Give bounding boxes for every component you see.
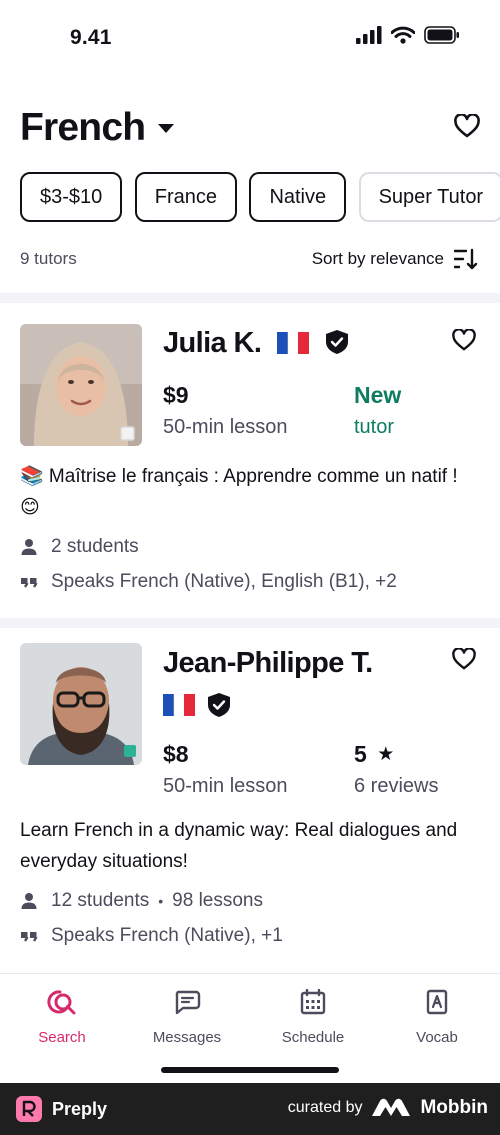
curated-by-label: curated by bbox=[287, 1099, 363, 1116]
mobbin-logo-icon bbox=[372, 1098, 411, 1116]
tab-label: Schedule bbox=[281, 1029, 345, 1046]
lesson-price: $9 bbox=[163, 382, 189, 408]
language-title[interactable]: French bbox=[20, 106, 146, 150]
lessons-count: 98 lessons bbox=[172, 890, 263, 911]
france-flag-icon bbox=[163, 694, 195, 716]
lesson-length: 50-min lesson bbox=[163, 416, 288, 438]
tutor-card[interactable]: Jean-Philippe T. $8 50-min lesson 5 ★ 6 … bbox=[0, 628, 500, 973]
search-header: French bbox=[20, 100, 480, 156]
favorite-heart-icon[interactable] bbox=[452, 329, 476, 351]
home-indicator bbox=[161, 1067, 339, 1073]
mobbin-name: Mobbin bbox=[420, 1097, 488, 1118]
star-icon: ★ bbox=[377, 744, 395, 765]
footer-branding: Preply curated by Mobbin bbox=[0, 1083, 500, 1135]
results-count: 9 tutors bbox=[20, 249, 77, 268]
calendar-icon bbox=[258, 988, 368, 1016]
rating-value: 5 bbox=[354, 741, 367, 767]
tutor-avatar[interactable] bbox=[20, 643, 142, 765]
languages-row: Speaks French (Native), +1 bbox=[20, 925, 283, 947]
search-icon bbox=[7, 988, 117, 1016]
students-count: 2 students bbox=[51, 536, 139, 557]
sort-button[interactable]: Sort by relevance bbox=[312, 248, 478, 270]
preply-brand: Preply bbox=[16, 1096, 107, 1122]
status-time: 9.41 bbox=[70, 26, 112, 49]
filter-chip-native[interactable]: Native bbox=[249, 172, 347, 222]
tutor-card[interactable]: Julia K. $9 50-min lesson New tutor 📚 Ma… bbox=[0, 303, 500, 618]
card-divider bbox=[0, 618, 500, 628]
quote-icon bbox=[20, 575, 51, 589]
spoken-languages: Speaks French (Native), +1 bbox=[51, 925, 283, 946]
tutor-name[interactable]: Jean-Philippe T. bbox=[163, 647, 373, 680]
tutor-avatar[interactable] bbox=[20, 324, 142, 446]
tab-label: Search bbox=[38, 1029, 86, 1046]
new-tutor-label: tutor bbox=[354, 416, 395, 438]
tab-label: Vocab bbox=[416, 1029, 458, 1046]
status-bar: 9.41 bbox=[0, 0, 500, 75]
verified-badge-icon bbox=[326, 330, 349, 354]
students-row: 2 students bbox=[20, 536, 139, 558]
sort-label: Sort by relevance bbox=[311, 249, 444, 268]
tab-schedule[interactable]: Schedule bbox=[258, 988, 368, 1046]
tutor-headline: 📚 Maîtrise le français : Apprendre comme… bbox=[20, 466, 458, 518]
tutor-headline: Learn French in a dynamic way: Real dial… bbox=[20, 820, 458, 872]
students-row: 12 students • 98 lessons bbox=[20, 890, 263, 912]
reviews-count: 6 reviews bbox=[354, 775, 439, 797]
battery-icon bbox=[424, 26, 459, 44]
chevron-down-icon[interactable] bbox=[157, 121, 175, 139]
tab-label: Messages bbox=[152, 1029, 222, 1046]
person-icon bbox=[20, 538, 51, 556]
curated-by: curated by Mobbin bbox=[288, 1097, 488, 1119]
preply-name: Preply bbox=[52, 1098, 108, 1119]
filter-chip-country[interactable]: France bbox=[134, 172, 237, 222]
quote-icon bbox=[20, 929, 51, 943]
sort-icon bbox=[454, 248, 478, 270]
favorite-heart-icon[interactable] bbox=[452, 648, 476, 670]
saved-tutors-heart-icon[interactable] bbox=[454, 112, 480, 143]
meta-separator: • bbox=[158, 893, 164, 909]
tab-search[interactable]: Search bbox=[7, 988, 117, 1046]
tutor-name[interactable]: Julia K. bbox=[163, 327, 262, 359]
preply-logo-icon bbox=[16, 1096, 42, 1122]
languages-row: Speaks French (Native), English (B1), +2 bbox=[20, 571, 397, 593]
tutor-name-row: Julia K. bbox=[163, 327, 349, 360]
filter-chip-price[interactable]: $3-$10 bbox=[20, 172, 123, 222]
rating-row: 5 ★ bbox=[354, 741, 394, 768]
lesson-price: $8 bbox=[163, 741, 189, 767]
france-flag-icon bbox=[276, 331, 309, 355]
person-icon bbox=[20, 892, 51, 910]
results-row: 9 tutors Sort by relevance bbox=[20, 246, 478, 272]
verified-badge-icon bbox=[208, 693, 230, 717]
signal-icon bbox=[356, 26, 382, 44]
section-divider bbox=[0, 293, 500, 303]
new-tutor-badge: New bbox=[354, 382, 402, 408]
lesson-length: 50-min lesson bbox=[163, 775, 288, 797]
filter-chips: $3-$10 France Native Super Tutor bbox=[20, 172, 500, 222]
filter-chip-super-tutor[interactable]: Super Tutor bbox=[358, 172, 500, 222]
tab-messages[interactable]: Messages bbox=[132, 988, 242, 1046]
students-count: 12 students bbox=[51, 890, 150, 911]
wifi-icon bbox=[391, 26, 415, 44]
tab-vocab[interactable]: Vocab bbox=[382, 988, 492, 1046]
tutor-badges-row bbox=[163, 693, 230, 717]
status-icons bbox=[356, 26, 460, 44]
vocab-icon bbox=[382, 988, 492, 1016]
messages-icon bbox=[132, 988, 242, 1016]
spoken-languages: Speaks French (Native), English (B1), +2 bbox=[51, 571, 397, 592]
